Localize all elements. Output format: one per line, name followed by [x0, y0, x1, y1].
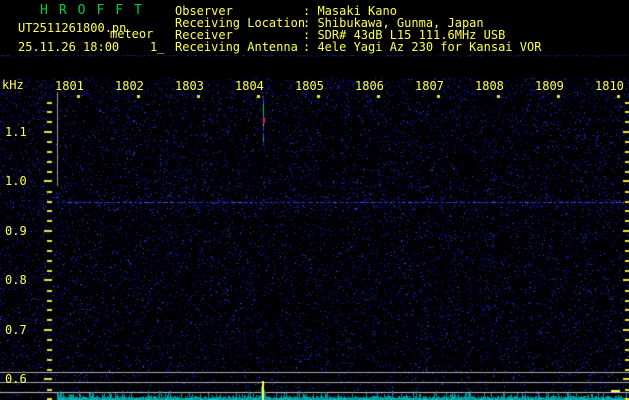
time-tick-label: 1805	[295, 79, 324, 93]
time-tick-label: 1804	[235, 79, 264, 93]
app-title: HROFFT	[40, 3, 153, 18]
hrofft-screen: HROFFT UT2511261800.pn meteor 25.11.26 1…	[0, 0, 629, 400]
info-row: Receiving Antenna : 4ele Yagi Az 230 for …	[175, 40, 541, 54]
info-value: : 4ele Yagi Az 230 for Kansai VOR	[303, 40, 542, 54]
time-tick-label: 1807	[415, 79, 444, 93]
time-tick-label: 1806	[355, 79, 384, 93]
freq-tick-label: 1.0	[5, 174, 27, 188]
time-tick-label: 1809	[535, 79, 564, 93]
freq-tick-label: 0.6	[5, 372, 27, 386]
freq-tick-label: 0.7	[5, 323, 27, 337]
time-tick-label: 1802	[115, 79, 144, 93]
freq-tick-label: 0.8	[5, 273, 27, 287]
time-tick-label: 1801	[55, 79, 84, 93]
time-tick-label: 1810	[595, 79, 624, 93]
minute-counter: 1_	[150, 40, 165, 54]
freq-tick-label: 1.1	[5, 125, 27, 139]
meteor-mode-label: meteor	[110, 27, 154, 41]
info-label: Receiving Antenna	[175, 40, 298, 54]
freq-unit-label: kHz	[2, 78, 24, 92]
observation-timestamp: 25.11.26 18:00	[18, 40, 120, 54]
time-tick-label: 1808	[475, 79, 504, 93]
spectrogram-canvas	[0, 55, 629, 400]
freq-tick-label: 0.9	[5, 224, 27, 238]
time-tick-label: 1803	[175, 79, 204, 93]
